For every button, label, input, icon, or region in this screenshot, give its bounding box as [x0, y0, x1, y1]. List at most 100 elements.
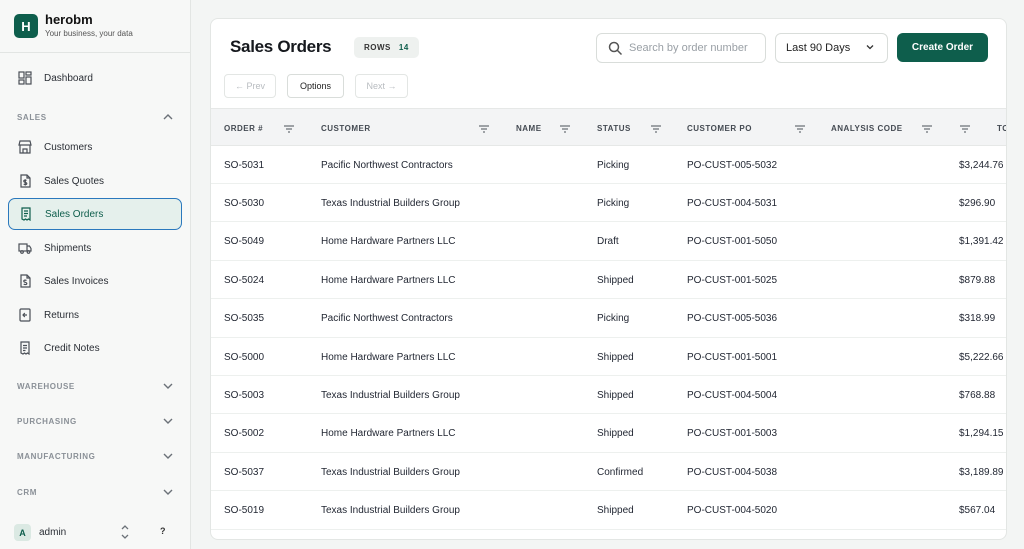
cell-total: $879.88	[959, 274, 996, 286]
cell-order-number: SO-5049	[224, 236, 265, 248]
table-row[interactable]: SO-5049 Home Hardware Partners LLC Draft PO…	[211, 223, 1006, 261]
table-row[interactable]: SO-5037 Texas Industrial Builders Group Co…	[211, 453, 1006, 492]
truck-icon	[16, 239, 34, 257]
cell-status: Picking	[597, 313, 630, 325]
rows-badge: ROWS 14	[354, 37, 419, 58]
column-header-analysis-code[interactable]: ANALYSIS CODE	[831, 109, 903, 147]
cell-order-number: SO-5031	[224, 159, 265, 171]
cell-status: Shipped	[597, 428, 634, 440]
table-row[interactable]: SO-5030 Texas Industrial Builders Group Pi…	[211, 184, 1006, 223]
table-row[interactable]: SO-5024 Home Hardware Partners LLC Shipped…	[211, 261, 1006, 300]
options-button[interactable]: Options	[287, 74, 344, 98]
section-sales[interactable]: SALES	[17, 109, 174, 125]
column-header-status[interactable]: STATUS	[597, 109, 631, 147]
cell-customer: Pacific Northwest Contractors	[321, 159, 453, 171]
section-warehouse[interactable]: WAREHOUSE	[17, 378, 174, 394]
cell-status: Shipped	[597, 505, 634, 517]
table-row[interactable]: SO-5002 Home Hardware Partners LLC Shipped…	[211, 415, 1006, 453]
filter-icon[interactable]	[959, 122, 971, 134]
brand[interactable]: H herobm Your business, your data	[14, 13, 133, 39]
nav-shipments[interactable]: Shipments	[8, 232, 182, 264]
nav-dashboard[interactable]: Dashboard	[8, 62, 182, 94]
section-purchasing[interactable]: PURCHASING	[17, 413, 174, 429]
nav-sales-orders[interactable]: Sales Orders	[8, 198, 182, 230]
sidebar: H herobm Your business, your data Dashbo…	[0, 0, 191, 549]
section-crm[interactable]: CRM	[17, 484, 174, 500]
table-row[interactable]: SO-5000 Home Hardware Partners LLC Shipped…	[211, 338, 1006, 376]
cell-total: $3,244.76	[959, 159, 1004, 171]
nav-label: Dashboard	[44, 72, 93, 84]
chevron-down-icon	[162, 486, 174, 498]
cell-customer-po: PO-CUST-004-5038	[687, 466, 778, 478]
cell-customer: Home Hardware Partners LLC	[321, 428, 456, 440]
search-box[interactable]	[596, 33, 766, 63]
create-order-button[interactable]: Create Order	[897, 33, 988, 62]
cell-total: $5,222.66	[959, 351, 1004, 363]
cell-order-number: SO-5003	[224, 389, 265, 401]
chevron-down-icon	[162, 415, 174, 427]
cell-status: Shipped	[597, 389, 634, 401]
cell-total: $567.04	[959, 505, 996, 517]
nav-label: Customers	[44, 141, 93, 153]
nav-customers[interactable]: Customers	[8, 131, 182, 163]
filter-icon[interactable]	[794, 122, 806, 134]
help-button[interactable]: ?	[160, 526, 166, 536]
rows-count: 14	[398, 43, 409, 52]
filter-icon[interactable]	[283, 122, 295, 134]
period-value: Last 90 Days	[786, 42, 851, 54]
nav-sales-invoices[interactable]: Sales Invoices	[8, 265, 182, 297]
table-row[interactable]: SO-5019 Texas Industrial Builders Group Sh…	[211, 492, 1006, 530]
cell-status: Draft	[597, 236, 619, 248]
column-header-customer[interactable]: CUSTOMER	[321, 109, 371, 147]
nav-sales-quotes[interactable]: Sales Quotes	[8, 165, 182, 197]
cell-customer-po: PO-CUST-001-5003	[687, 428, 778, 440]
period-select[interactable]: Last 90 Days	[775, 33, 888, 63]
cell-order-number: SO-5019	[224, 505, 265, 517]
prev-button[interactable]: ← Prev	[224, 74, 276, 98]
column-header-customer-po[interactable]: CUSTOMER PO	[687, 109, 752, 147]
column-header-name[interactable]: NAME	[516, 109, 542, 147]
chevron-up-down-icon[interactable]	[120, 523, 130, 546]
cell-customer-po: PO-CUST-004-5020	[687, 505, 778, 517]
cell-customer: Home Hardware Partners LLC	[321, 351, 456, 363]
table-row[interactable]: SO-5003 Texas Industrial Builders Group Sh…	[211, 376, 1006, 415]
next-button[interactable]: Next →	[355, 74, 408, 98]
nav-credit-notes[interactable]: Credit Notes	[8, 332, 182, 364]
dollar-document-icon	[16, 172, 34, 190]
cell-order-number: SO-5002	[224, 428, 265, 440]
brand-logo: H	[14, 14, 38, 38]
cell-customer: Home Hardware Partners LLC	[321, 236, 456, 248]
filter-icon[interactable]	[559, 122, 571, 134]
cell-customer-po: PO-CUST-005-5032	[687, 159, 778, 171]
nav-label: Sales Orders	[45, 208, 104, 220]
section-label: SALES	[17, 112, 47, 122]
rows-label: ROWS	[364, 43, 391, 52]
search-input[interactable]	[627, 41, 757, 55]
table-row[interactable]: SO-5035 Pacific Northwest Contractors Pick…	[211, 300, 1006, 338]
brand-name: herobm	[45, 12, 93, 27]
cell-status: Confirmed	[597, 466, 644, 478]
cell-order-number: SO-5030	[224, 197, 265, 209]
nav-returns[interactable]: Returns	[8, 299, 182, 331]
receipt-icon	[17, 205, 35, 223]
user-menu[interactable]: A admin ?	[14, 524, 174, 541]
cell-total: $318.99	[959, 313, 996, 325]
brand-tagline: Your business, your data	[45, 29, 133, 38]
section-label: PURCHASING	[17, 416, 77, 426]
filter-icon[interactable]	[650, 122, 662, 134]
column-header-order[interactable]: ORDER #	[224, 109, 263, 147]
cell-customer-po: PO-CUST-004-5004	[687, 389, 778, 401]
column-header-total[interactable]: TOTAL	[997, 109, 1006, 147]
filter-icon[interactable]	[921, 122, 933, 134]
cell-customer: Texas Industrial Builders Group	[321, 197, 460, 209]
cell-total: $1,294.15	[959, 428, 1004, 440]
filter-icon[interactable]	[478, 122, 490, 134]
return-icon	[16, 306, 34, 324]
cell-status: Shipped	[597, 274, 634, 286]
cell-customer: Pacific Northwest Contractors	[321, 313, 453, 325]
cell-total: $296.90	[959, 197, 996, 209]
cell-status: Picking	[597, 159, 630, 171]
section-manufacturing[interactable]: MANUFACTURING	[17, 448, 174, 464]
table-row[interactable]: SO-5031 Pacific Northwest Contractors Pick…	[211, 146, 1006, 184]
cell-total: $3,189.89	[959, 466, 1004, 478]
